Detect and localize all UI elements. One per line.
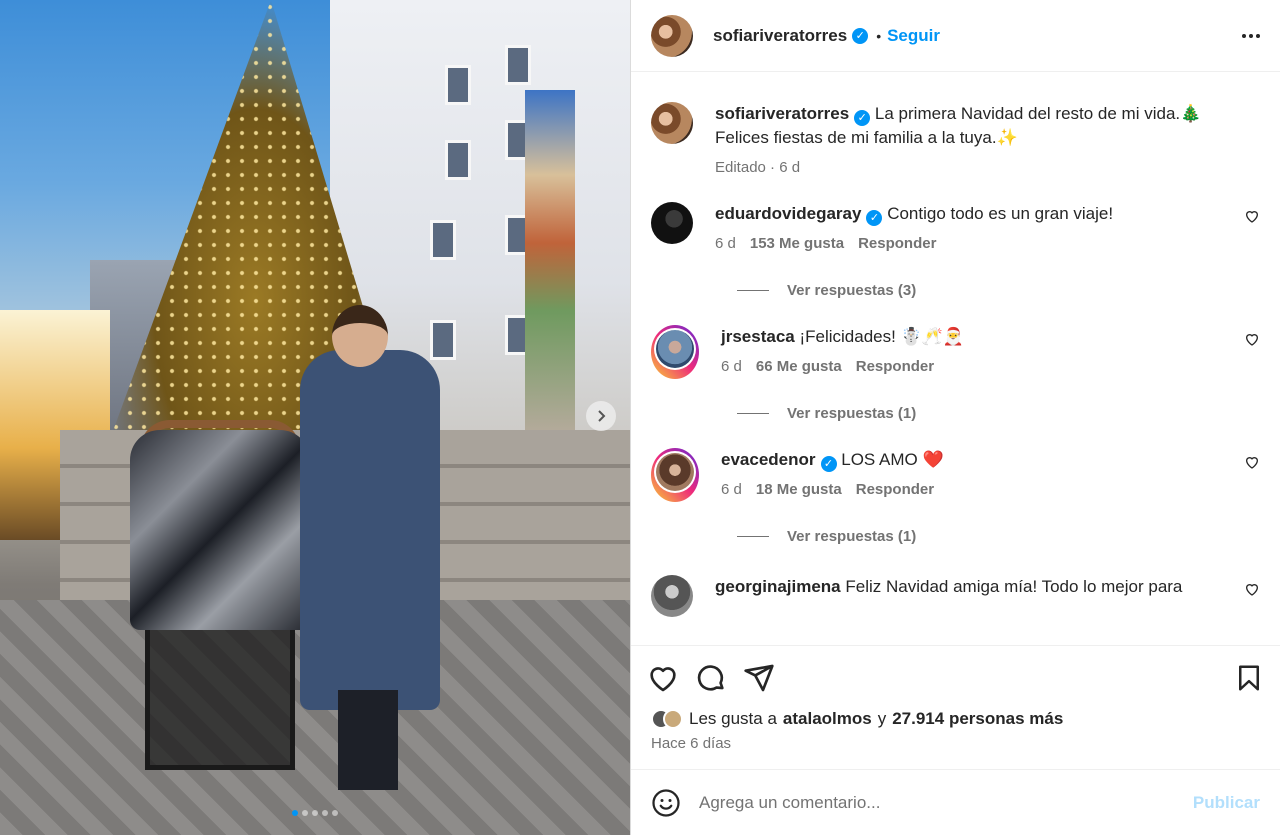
carousel-next-button[interactable]	[586, 401, 616, 431]
liker-avatar	[663, 709, 683, 729]
comment-text: Feliz Navidad amiga mía! Todo lo mejor p…	[845, 577, 1183, 596]
separator-dot: •	[876, 27, 882, 44]
view-replies-button[interactable]: Ver respuestas (1)	[737, 405, 1260, 422]
verified-badge-icon: ✓	[852, 27, 869, 44]
comment-time: 6 d	[721, 358, 742, 375]
replies-line	[737, 413, 769, 414]
carousel-dots	[0, 810, 630, 816]
comments-list[interactable]: sofiariveratorres ✓ La primera Navidad de…	[631, 72, 1280, 645]
publish-button[interactable]: Publicar	[1193, 793, 1260, 813]
comment-likes[interactable]: 66 Me gusta	[756, 358, 842, 375]
comment-text: Contigo todo es un gran viaje!	[887, 204, 1114, 223]
save-bookmark-icon[interactable]	[1234, 663, 1264, 693]
comment-composer: Publicar	[631, 769, 1280, 835]
view-replies-label: Ver respuestas (3)	[787, 282, 917, 299]
author-username[interactable]: sofiariveratorres	[713, 26, 847, 46]
emoji-icon[interactable]	[651, 788, 681, 818]
more-options-icon[interactable]	[1242, 33, 1260, 38]
author-avatar[interactable]	[651, 14, 693, 57]
likes-joiner: y	[877, 709, 887, 728]
comment-item: georginajimena Feliz Navidad amiga mía! …	[651, 575, 1260, 617]
comment-text: LOS AMO ❤️	[841, 450, 944, 469]
liker-username[interactable]: atalaolmos	[783, 709, 872, 729]
commenter-avatar[interactable]	[651, 202, 693, 244]
comment-likes[interactable]: 153 Me gusta	[750, 235, 844, 252]
comment-item: evacedenor ✓ LOS AMO ❤️ 6 d 18 Me gusta Res…	[651, 448, 1260, 502]
view-replies-button[interactable]: Ver respuestas (3)	[737, 282, 1260, 299]
follow-button[interactable]: Seguir	[887, 26, 940, 46]
post-header: sofiariveratorres ✓ • Seguir	[631, 0, 1280, 72]
comment-username[interactable]: eduardovidegaray	[715, 204, 861, 223]
carousel-dot	[322, 810, 328, 816]
reply-button[interactable]: Responder	[858, 235, 936, 252]
carousel-dot	[332, 810, 338, 816]
caption-line1: La primera Navidad del resto de mi vida.…	[874, 104, 1202, 123]
stroller-base	[145, 630, 295, 770]
comment-bubble-icon[interactable]	[695, 662, 727, 694]
likes-section: Les gusta a atalaolmos y 27.914 personas…	[631, 709, 1280, 769]
like-heart-icon[interactable]	[647, 662, 679, 694]
replies-line	[737, 536, 769, 537]
replies-line	[737, 290, 769, 291]
comment-username[interactable]: georginajimena	[715, 577, 841, 596]
caption-line2: Felices fiestas de mi familia a la tuya.…	[715, 128, 1018, 147]
author-avatar[interactable]	[651, 102, 693, 144]
likes-prefix: Les gusta a	[689, 709, 777, 728]
comment-text: ¡Felicidades! ☃️🥂🎅	[799, 327, 965, 346]
view-replies-label: Ver respuestas (1)	[787, 405, 917, 422]
carousel-dot	[302, 810, 308, 816]
comment-likes[interactable]: 18 Me gusta	[756, 481, 842, 498]
like-comment-heart-icon[interactable]	[1244, 454, 1260, 470]
carousel-dot	[292, 810, 298, 816]
view-replies-label: Ver respuestas (1)	[787, 528, 917, 545]
liker-avatars	[651, 709, 683, 729]
comment-item: jrsestaca ¡Felicidades! ☃️🥂🎅 6 d 66 Me gu…	[651, 325, 1260, 379]
carousel-dot	[312, 810, 318, 816]
comment-username[interactable]: evacedenor	[721, 450, 816, 469]
likes-count[interactable]: 27.914 personas más	[892, 709, 1063, 729]
verified-badge-icon: ✓	[854, 110, 871, 126]
comment-time: 6 d	[721, 481, 742, 498]
fountain-column	[525, 90, 575, 430]
story-ring[interactable]	[651, 448, 699, 502]
woman-head	[332, 305, 388, 367]
like-comment-heart-icon[interactable]	[1244, 208, 1260, 224]
chevron-right-icon	[598, 410, 606, 422]
stroller	[130, 430, 310, 630]
comment-time: 6 d	[715, 235, 736, 252]
view-replies-button[interactable]: Ver respuestas (1)	[737, 528, 1260, 545]
caption-meta: Editado · 6 d	[715, 159, 801, 176]
comment-username[interactable]: jrsestaca	[721, 327, 795, 346]
post-panel: sofiariveratorres ✓ • Seguir sofiarivera…	[630, 0, 1280, 835]
comment-input[interactable]	[699, 792, 1175, 813]
woman-figure	[300, 350, 440, 710]
verified-badge-icon: ✓	[820, 456, 837, 472]
post-photo[interactable]	[0, 0, 630, 835]
commenter-avatar	[656, 453, 694, 491]
post-time: Hace 6 días	[651, 735, 732, 752]
commenter-avatar[interactable]	[651, 575, 693, 617]
commenter-avatar	[656, 330, 694, 368]
reply-button[interactable]: Responder	[856, 481, 934, 498]
caption: sofiariveratorres ✓ La primera Navidad de…	[651, 102, 1260, 180]
verified-badge-icon: ✓	[866, 210, 883, 226]
post-actions	[631, 645, 1280, 709]
caption-username[interactable]: sofiariveratorres	[715, 104, 849, 123]
like-comment-heart-icon[interactable]	[1244, 581, 1260, 597]
woman-legs	[338, 690, 398, 790]
reply-button[interactable]: Responder	[856, 358, 934, 375]
like-comment-heart-icon[interactable]	[1244, 331, 1260, 347]
comment-item: eduardovidegaray ✓ Contigo todo es un gra…	[651, 202, 1260, 256]
share-paper-plane-icon[interactable]	[743, 662, 775, 694]
story-ring[interactable]	[651, 325, 699, 379]
